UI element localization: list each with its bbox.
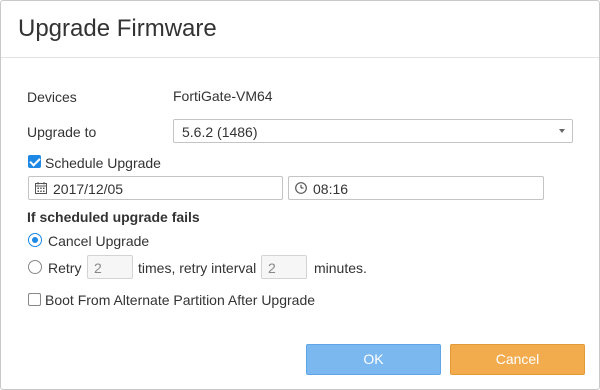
dialog-header: Upgrade Firmware bbox=[1, 1, 599, 58]
upgrade-version-value: 5.6.2 (1486) bbox=[182, 124, 258, 140]
calendar-icon bbox=[35, 182, 47, 194]
boot-alternate-partition-checkbox[interactable] bbox=[28, 293, 41, 306]
cancel-button[interactable]: Cancel bbox=[450, 344, 585, 375]
schedule-date-field[interactable]: 2017/12/05 bbox=[28, 176, 283, 200]
cancel-upgrade-radio[interactable] bbox=[28, 233, 42, 247]
retry-radio[interactable] bbox=[28, 260, 42, 274]
minutes-label: minutes. bbox=[314, 260, 367, 276]
schedule-date-value: 2017/12/05 bbox=[53, 181, 124, 197]
retry-count-input[interactable]: 2 bbox=[87, 255, 133, 279]
times-retry-interval-label: times, retry interval bbox=[138, 260, 257, 276]
schedule-upgrade-checkbox[interactable] bbox=[28, 155, 41, 168]
chevron-down-icon bbox=[559, 129, 565, 133]
fail-section-heading: If scheduled upgrade fails bbox=[27, 209, 200, 225]
schedule-time-field[interactable]: 08:16 bbox=[288, 176, 544, 200]
boot-alternate-partition-label[interactable]: Boot From Alternate Partition After Upgr… bbox=[45, 292, 315, 308]
upgrade-to-label: Upgrade to bbox=[27, 124, 97, 140]
upgrade-firmware-dialog: Upgrade Firmware Devices FortiGate-VM64 … bbox=[0, 0, 600, 390]
schedule-time-value: 08:16 bbox=[313, 181, 349, 197]
devices-label: Devices bbox=[27, 89, 77, 105]
clock-icon bbox=[295, 182, 307, 194]
cancel-upgrade-label[interactable]: Cancel Upgrade bbox=[48, 233, 149, 249]
devices-value: FortiGate-VM64 bbox=[173, 88, 273, 104]
schedule-upgrade-label[interactable]: Schedule Upgrade bbox=[45, 155, 161, 171]
retry-interval-value: 2 bbox=[268, 260, 276, 276]
upgrade-version-select[interactable]: 5.6.2 (1486) bbox=[173, 119, 573, 143]
retry-count-value: 2 bbox=[94, 260, 102, 276]
retry-interval-input[interactable]: 2 bbox=[261, 255, 307, 279]
retry-label[interactable]: Retry bbox=[48, 260, 81, 276]
dialog-title: Upgrade Firmware bbox=[18, 15, 217, 42]
ok-button[interactable]: OK bbox=[306, 344, 441, 375]
